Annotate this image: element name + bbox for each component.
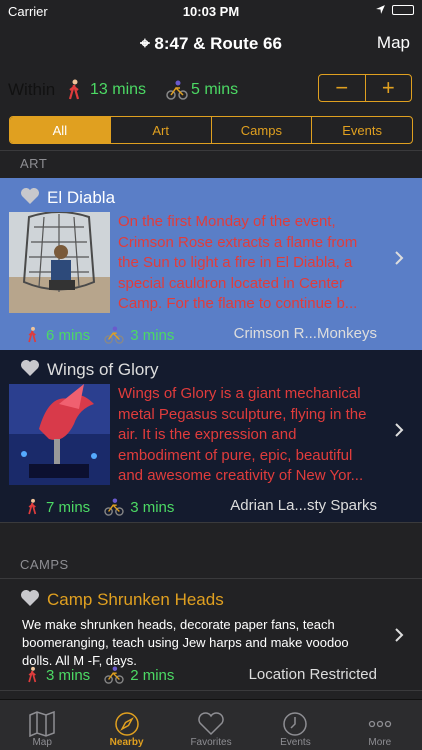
walk-time: 13 mins	[90, 81, 147, 98]
page-title: ⌖ 8:47 & Route 66	[140, 34, 282, 53]
heart-icon	[198, 712, 224, 736]
heart-icon[interactable]	[20, 589, 40, 607]
art-thumbnail	[9, 212, 110, 313]
tab-more[interactable]: More	[338, 700, 422, 750]
bike-time: 3 mins	[130, 326, 175, 344]
biking-icon	[104, 666, 124, 684]
heart-icon[interactable]	[20, 359, 40, 377]
chevron-right-icon	[395, 423, 404, 437]
divider	[0, 578, 422, 579]
section-header-art: ART	[20, 156, 48, 171]
travel-times: 6 mins 3 mins	[26, 325, 174, 345]
location-arrow-icon	[376, 5, 385, 14]
biking-icon	[166, 80, 188, 100]
heart-icon[interactable]	[20, 187, 40, 205]
navigation-bar: ⌖ 8:47 & Route 66 Map	[0, 22, 422, 66]
map-icon	[29, 711, 55, 737]
divider	[0, 150, 422, 151]
bike-time: 5 mins	[191, 81, 239, 98]
walk-time: 3 mins	[46, 666, 91, 684]
bike-time: 2 mins	[130, 666, 175, 684]
biking-icon	[104, 498, 124, 516]
section-header-camps: CAMPS	[20, 557, 69, 572]
art-title: El Diabla	[47, 188, 116, 207]
decrease-button[interactable]: −	[319, 75, 365, 101]
artist-name: Adrian La...sty Sparks	[230, 497, 377, 514]
camp-description: We make shrunken heads, decorate paper f…	[22, 617, 349, 668]
camp-location: Location Restricted	[248, 666, 377, 683]
clock: 10:03 PM	[182, 4, 240, 19]
biking-icon	[104, 326, 124, 344]
tab-favorites[interactable]: Favorites	[169, 700, 253, 750]
segment-camps[interactable]: Camps	[210, 117, 312, 143]
compass-icon	[114, 712, 139, 736]
travel-times: 3 mins 2 mins	[26, 665, 174, 685]
tab-label: More	[368, 737, 392, 748]
segment-events[interactable]: Events	[311, 117, 412, 143]
tab-label: Events	[280, 737, 311, 748]
tab-events[interactable]: Events	[253, 700, 337, 750]
segment-all[interactable]: All	[10, 117, 110, 143]
divider	[0, 522, 422, 523]
category-segmented-control: All Art Camps Events	[9, 116, 413, 144]
within-label: Within	[8, 80, 56, 99]
divider	[0, 690, 422, 691]
walk-time: 6 mins	[46, 326, 91, 344]
travel-times: 7 mins 3 mins	[26, 497, 174, 517]
art-description: Wings of Glory is a giant mechanical met…	[118, 385, 367, 484]
battery-icon	[392, 4, 414, 15]
distance-filter: Within 13 mins 5 mins − +	[0, 70, 422, 110]
clock-icon	[283, 712, 308, 736]
art-list-item[interactable]: El Diabla On the first Monday of the eve…	[0, 178, 422, 350]
status-bar: Carrier 10:03 PM	[0, 0, 422, 22]
art-description: On the first Monday of the event, Crimso…	[118, 213, 358, 312]
walking-icon	[68, 79, 80, 100]
chevron-right-icon	[395, 628, 404, 642]
map-button[interactable]: Map	[377, 33, 410, 53]
tab-label: Map	[32, 737, 52, 748]
tab-label: Nearby	[109, 737, 144, 748]
walking-icon	[28, 498, 37, 515]
more-icon	[368, 720, 391, 728]
segment-art[interactable]: Art	[109, 117, 211, 143]
chevron-right-icon	[395, 251, 404, 265]
walking-icon	[28, 666, 37, 683]
walking-icon	[28, 326, 37, 343]
tab-map[interactable]: Map	[0, 700, 84, 750]
walk-time: 7 mins	[46, 498, 91, 516]
status-icons	[375, 4, 414, 15]
artist-name: Crimson R...Monkeys	[233, 325, 377, 342]
increase-button[interactable]: +	[364, 75, 412, 101]
tab-label: Favorites	[190, 737, 232, 748]
art-title: Wings of Glory	[47, 360, 159, 379]
camp-list-item[interactable]: Camp Shrunken Heads We make shrunken hea…	[0, 580, 422, 690]
time-stepper: − +	[318, 74, 412, 102]
art-list-item[interactable]: Wings of Glory Wings of Glory is a giant…	[0, 350, 422, 522]
tab-nearby[interactable]: Nearby	[84, 700, 168, 750]
art-thumbnail	[9, 384, 110, 485]
camp-title: Camp Shrunken Heads	[47, 590, 224, 609]
bike-time: 3 mins	[130, 498, 175, 516]
tab-bar: Map Nearby Favorites Events More	[0, 699, 422, 750]
